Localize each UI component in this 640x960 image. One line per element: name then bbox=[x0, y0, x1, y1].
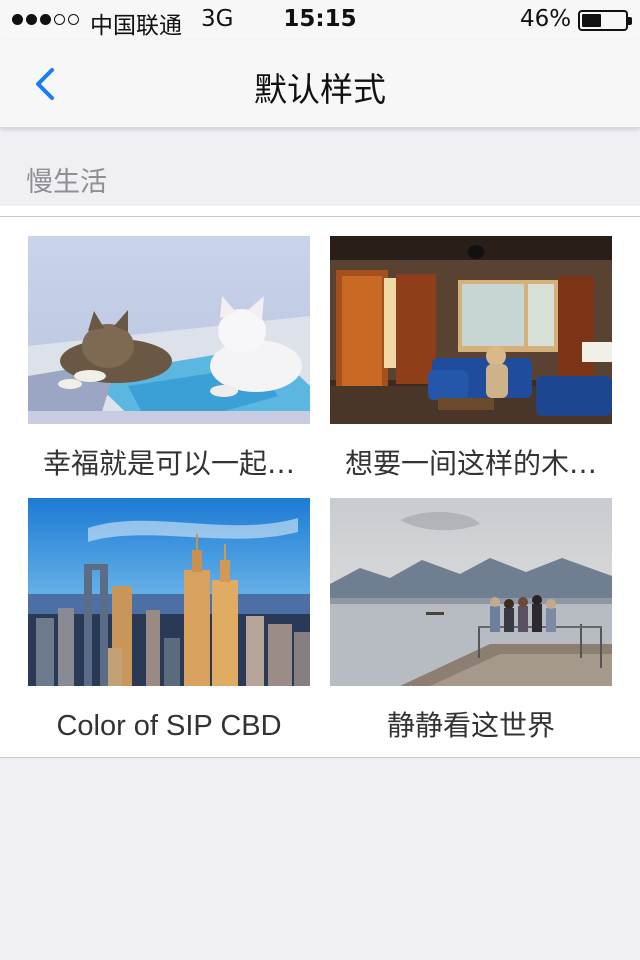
grid-item-1[interactable]: 幸福就是可以一起… bbox=[28, 236, 310, 494]
lake-pier-photo bbox=[330, 498, 612, 686]
battery-percent: 46% bbox=[520, 6, 572, 32]
grid-item-4[interactable]: 静静看这世界 bbox=[330, 498, 612, 756]
living-room-photo bbox=[330, 236, 612, 424]
grid-item-caption: 静静看这世界 bbox=[386, 709, 555, 742]
grid-item-3[interactable]: Color of SIP CBD bbox=[28, 498, 310, 756]
city-skyline-photo bbox=[28, 498, 310, 686]
page-title: 默认样式 bbox=[254, 70, 386, 109]
kittens-photo bbox=[28, 236, 310, 424]
section-header: 慢生活 bbox=[26, 167, 107, 198]
grid-item-caption: Color of SIP CBD bbox=[56, 710, 282, 742]
grid-item-2[interactable]: 想要一间这样的木… bbox=[330, 236, 612, 494]
grid-item-caption: 想要一间这样的木… bbox=[344, 447, 597, 480]
navigation-bar: 默认样式 bbox=[0, 40, 640, 128]
image-grid: 幸福就是可以一起… 想要一间这样的木… Color of SIP CBD 静静看… bbox=[0, 206, 640, 758]
grid-item-caption: 幸福就是可以一起… bbox=[42, 447, 295, 480]
status-bar: 中国联通 3G 15:15 46% bbox=[0, 0, 640, 40]
battery-icon bbox=[578, 10, 632, 31]
